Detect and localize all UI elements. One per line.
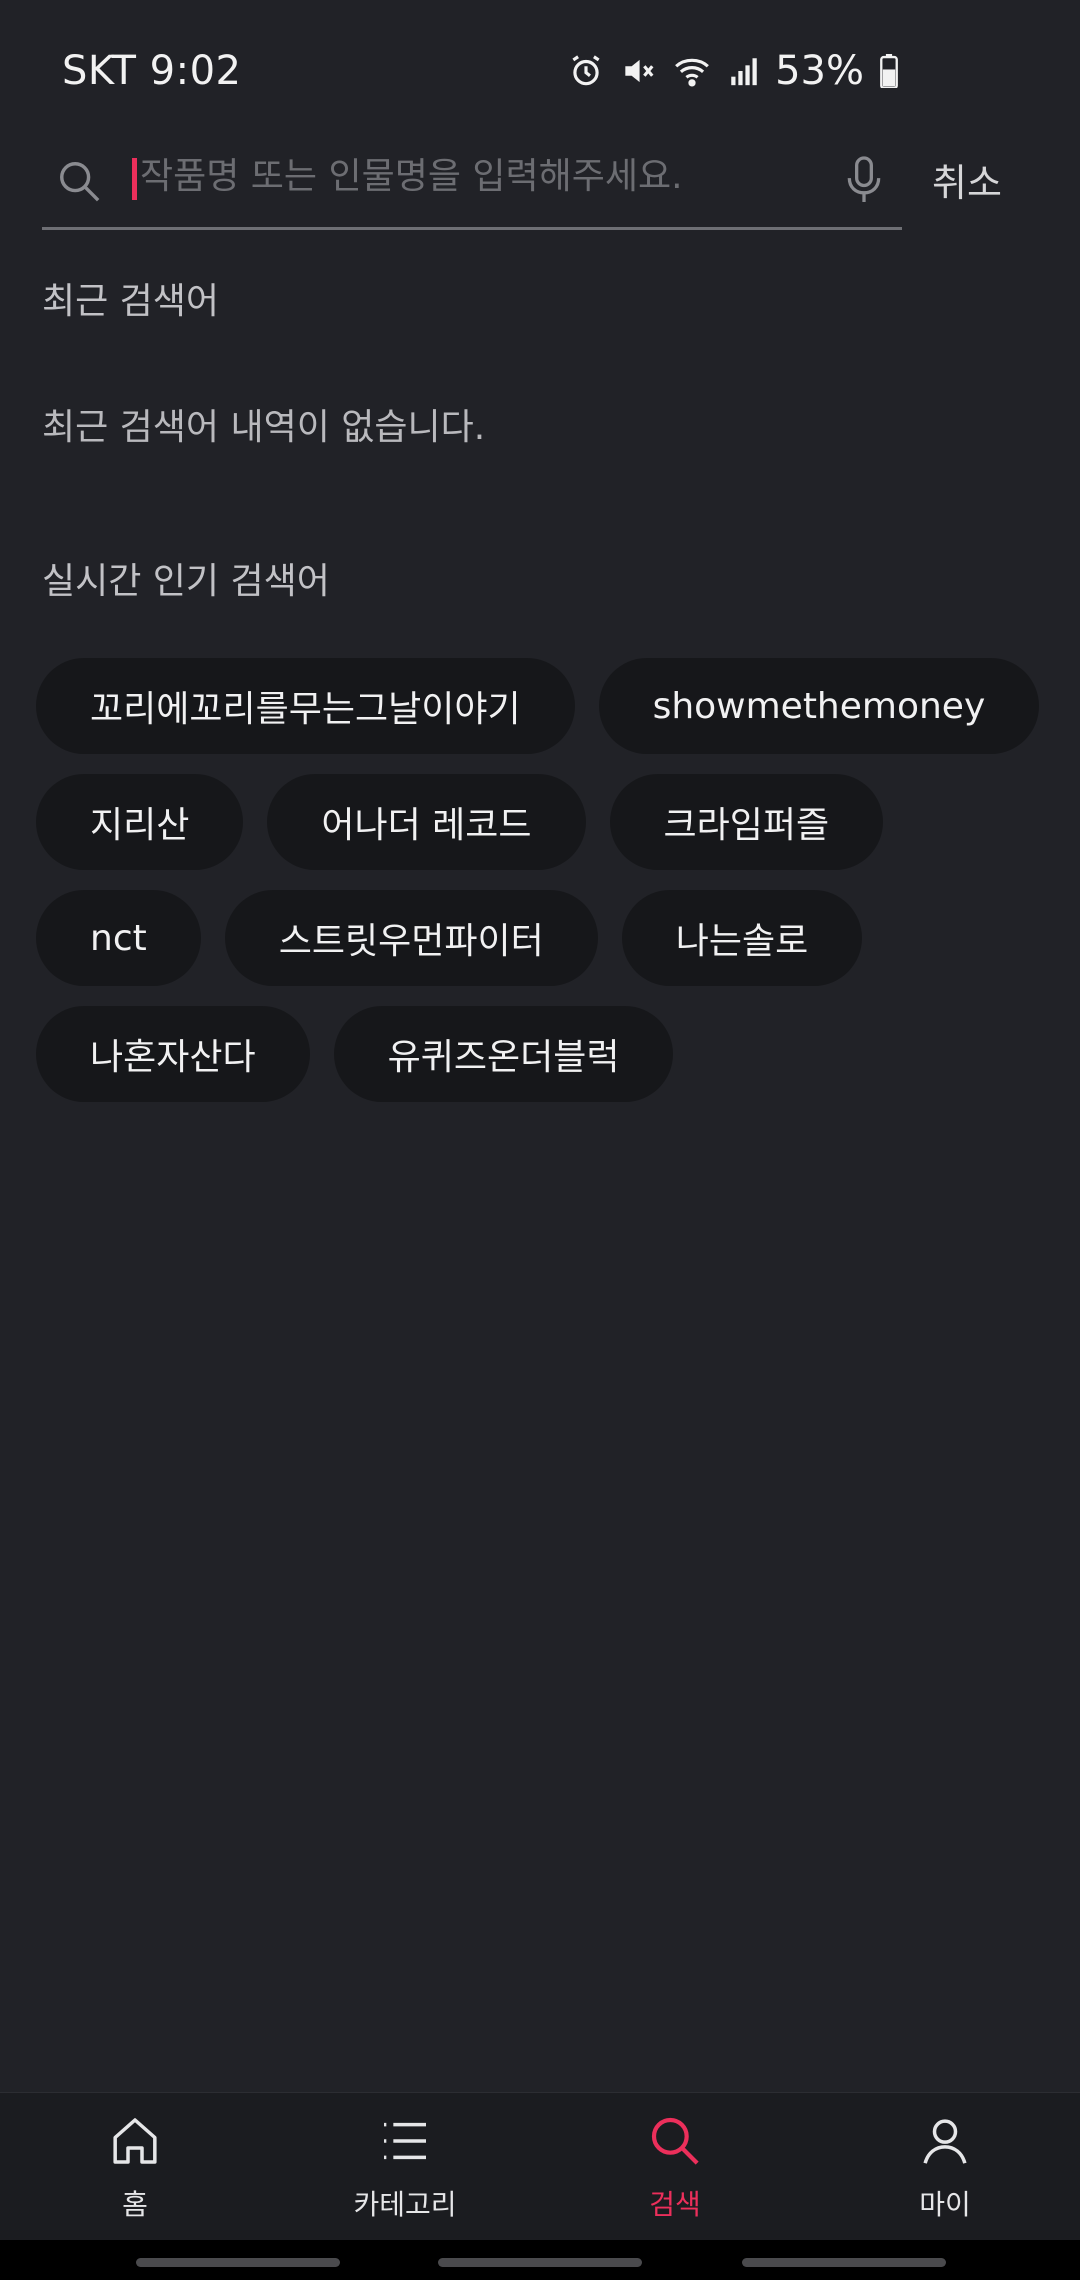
nav-label-search: 검색 [649, 2188, 701, 2221]
system-navigation-bar [0, 2240, 1080, 2280]
bottom-navigation: 홈 카테고리 검색 마이 [0, 2092, 1080, 2240]
nav-item-search[interactable]: 검색 [540, 2093, 810, 2240]
wifi-icon [671, 52, 713, 90]
alarm-icon [567, 52, 605, 90]
search-chip[interactable]: 꼬리에꼬리를무는그날이야기 [36, 658, 575, 754]
person-icon [917, 2113, 973, 2173]
back-handle[interactable] [742, 2258, 946, 2267]
battery-icon [878, 54, 900, 88]
list-icon [377, 2113, 433, 2173]
search-bar: 취소 [42, 130, 1042, 230]
status-icons: 53% [567, 48, 900, 94]
search-chip[interactable]: 지리산 [36, 774, 244, 870]
home-handle[interactable] [438, 2258, 642, 2267]
cancel-button[interactable]: 취소 [932, 152, 1002, 207]
popular-search-chips: 꼬리에꼬리를무는그날이야기 showmethemoney 지리산 어나더 레코드… [36, 658, 1046, 1102]
nav-item-home[interactable]: 홈 [0, 2093, 270, 2240]
nav-item-category[interactable]: 카테고리 [270, 2093, 540, 2240]
popular-searches-title: 실시간 인기 검색어 [42, 561, 330, 602]
carrier-time: SKT 9:02 [62, 48, 242, 94]
mute-icon [619, 52, 657, 90]
nav-label-my: 마이 [919, 2188, 971, 2221]
search-chip[interactable]: 크라임퍼즐 [609, 774, 884, 870]
microphone-icon[interactable] [842, 154, 886, 210]
status-bar: SKT 9:02 53% [0, 0, 1080, 140]
recent-searches-empty-message: 최근 검색어 내역이 없습니다. [42, 407, 486, 448]
search-chip[interactable]: 나는솔로 [621, 890, 863, 986]
home-icon [107, 2113, 163, 2173]
search-chip[interactable]: 유퀴즈온더블럭 [333, 1006, 674, 1102]
search-screen: SKT 9:02 53% 작품명 또는 인물명을 입력해주세요. 취소 최근 검… [0, 0, 1080, 2280]
search-chip[interactable]: 스트릿우먼파이터 [224, 890, 598, 986]
search-chip[interactable]: 어나더 레코드 [267, 774, 586, 870]
nav-label-category: 카테고리 [353, 2188, 457, 2221]
search-field [42, 130, 902, 230]
search-input[interactable] [140, 146, 820, 206]
search-chip[interactable]: showmethemoney [598, 658, 1040, 754]
text-cursor [132, 158, 137, 200]
search-chip[interactable]: 나혼자산다 [36, 1006, 310, 1102]
search-chip[interactable]: nct [36, 890, 201, 986]
recent-searches-title: 최근 검색어 [42, 281, 220, 322]
battery-percent: 53% [775, 48, 864, 94]
search-icon [647, 2113, 703, 2173]
nav-item-my[interactable]: 마이 [810, 2093, 1080, 2240]
nav-label-home: 홈 [122, 2188, 148, 2221]
search-icon [56, 158, 102, 208]
signal-icon [727, 54, 761, 88]
recent-apps-handle[interactable] [136, 2258, 340, 2267]
